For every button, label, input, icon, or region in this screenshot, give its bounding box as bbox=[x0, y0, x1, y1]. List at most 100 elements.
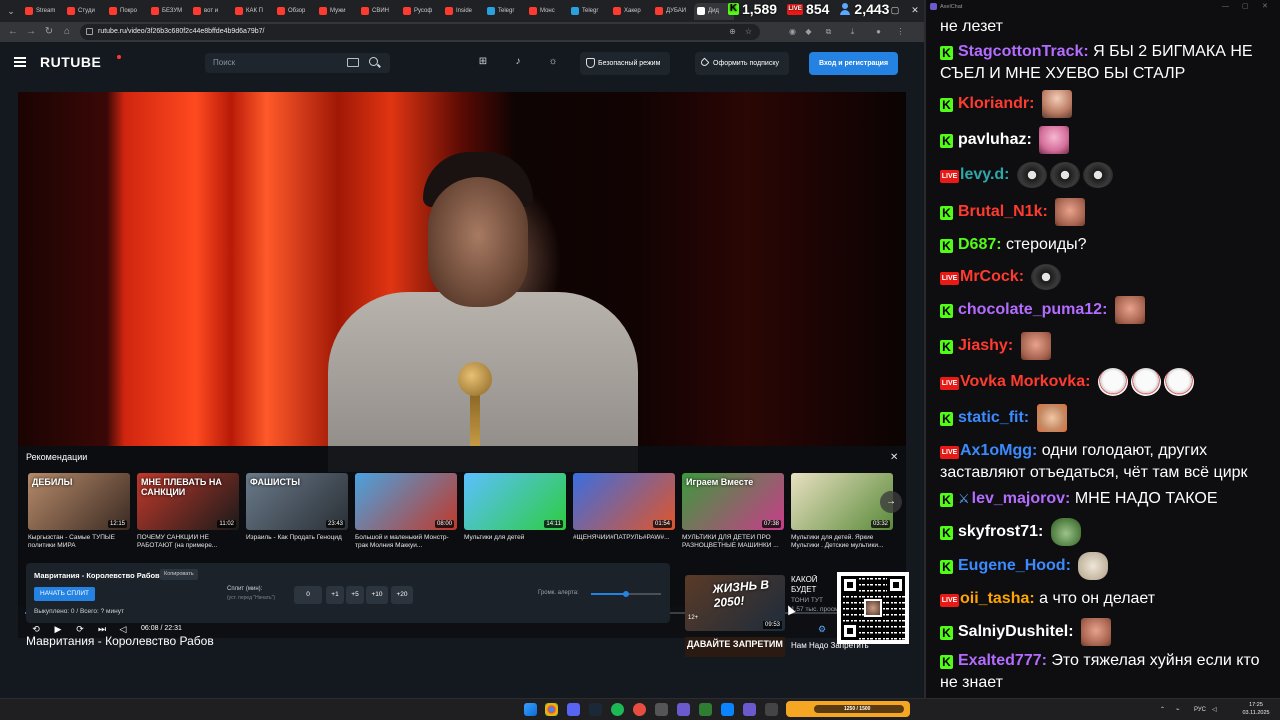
system-clock[interactable]: 17:25 03.11.2025 bbox=[1236, 701, 1276, 717]
recommendation-title[interactable]: Кыргызстан - Самые ТУПЫЕ политики МИРА bbox=[28, 534, 130, 550]
keyboard-icon[interactable] bbox=[347, 58, 359, 67]
chat-username[interactable]: SalniyDushitel bbox=[958, 623, 1068, 640]
maximize-icon[interactable]: ▢ bbox=[888, 3, 902, 17]
split-add-10-button[interactable]: +10 bbox=[366, 586, 388, 604]
related-video-thumbnail-2[interactable]: ДАВАЙТЕ ЗАПРЕТИМ bbox=[685, 637, 785, 657]
alert-volume-slider[interactable] bbox=[591, 591, 661, 597]
app-icon[interactable] bbox=[765, 703, 778, 716]
browser-tab[interactable]: ДУБАИ bbox=[652, 3, 692, 20]
video-frame[interactable] bbox=[18, 92, 906, 472]
chat-username[interactable]: oii_tasha bbox=[960, 590, 1029, 607]
recommendation-thumbnail[interactable]: 03:32 bbox=[791, 473, 893, 530]
chat-username[interactable]: Vovka Morkovka bbox=[960, 373, 1085, 390]
extensions-puzzle-icon[interactable]: ⧉ bbox=[822, 25, 835, 38]
recommendation-title[interactable]: ПОЧЕМУ САНКЦИИ НЕ РАБОТАЮТ (на примере..… bbox=[137, 534, 239, 550]
browser-tab[interactable]: Telegr bbox=[484, 3, 524, 20]
network-icon[interactable]: ⌁ bbox=[1176, 699, 1180, 720]
forward-icon[interactable]: → bbox=[24, 25, 38, 39]
browser-tab[interactable]: Stream bbox=[22, 3, 62, 20]
spotify-icon[interactable] bbox=[611, 703, 624, 716]
axelchat-icon[interactable] bbox=[743, 703, 756, 716]
alert-volume-thumb[interactable] bbox=[623, 591, 629, 597]
chat-username[interactable]: Jiashy bbox=[958, 337, 1008, 354]
menu-dots-icon[interactable]: ⋮ bbox=[894, 25, 907, 38]
search-icon[interactable] bbox=[369, 57, 378, 66]
hamburger-menu-icon[interactable] bbox=[14, 57, 26, 67]
split-add-5-button[interactable]: +5 bbox=[346, 586, 364, 604]
tray-chevron-icon[interactable]: ⌃ bbox=[1160, 699, 1165, 720]
browser-tab[interactable]: КАК П bbox=[232, 3, 272, 20]
related-video-thumbnail[interactable]: ЖИЗНЬ В 2050! 12+ 09:53 bbox=[685, 575, 785, 631]
copy-button[interactable]: Копировать bbox=[160, 569, 198, 580]
recommendation-thumbnail[interactable]: МНЕ ПЛЕВАТЬ НА САНКЦИИ 11:02 bbox=[137, 473, 239, 530]
close-icon[interactable]: ✕ bbox=[908, 3, 922, 17]
windows-start-icon[interactable] bbox=[524, 703, 537, 716]
recommendation-title[interactable]: Мультики для детей bbox=[464, 534, 566, 550]
maximize-icon[interactable]: ▢ bbox=[1242, 0, 1249, 14]
chat-username[interactable]: MrCock bbox=[960, 268, 1019, 285]
browser-tab[interactable]: Мужи bbox=[316, 3, 356, 20]
language-indicator[interactable]: РУС bbox=[1194, 699, 1206, 720]
chat-username[interactable]: StagcottonTrack bbox=[958, 43, 1083, 60]
recommendation-thumbnail[interactable]: Играем Вместе 07:38 bbox=[682, 473, 784, 530]
profile-icon[interactable]: ● bbox=[872, 25, 885, 38]
browser-tab[interactable]: Монс bbox=[526, 3, 566, 20]
browser-tab[interactable]: Покро bbox=[106, 3, 146, 20]
close-icon[interactable]: ✕ bbox=[1262, 0, 1268, 14]
rutube-logo[interactable]: RUTUBE bbox=[40, 54, 101, 70]
recommendation-card[interactable]: 14:11 Мультики для детей bbox=[464, 473, 566, 550]
safe-mode-button[interactable]: Безопасный режим bbox=[580, 52, 671, 75]
chat-username[interactable]: Brutal_N1k bbox=[958, 203, 1042, 220]
bell-icon[interactable]: ♪ bbox=[512, 56, 524, 68]
split-add-20-button[interactable]: +20 bbox=[391, 586, 413, 604]
telegram-icon[interactable] bbox=[721, 703, 734, 716]
speaker-icon[interactable]: ◁ bbox=[1212, 699, 1217, 720]
extension-icon[interactable]: ◆ bbox=[802, 25, 815, 38]
start-split-button[interactable]: НАЧАТЬ СПЛИТ bbox=[34, 587, 95, 601]
recommendation-card[interactable]: ФАШИСТЫ 23:43 Израиль - Как Продать Геноци… bbox=[246, 473, 348, 550]
next-arrow-icon[interactable]: → bbox=[880, 491, 902, 513]
steam-icon[interactable] bbox=[589, 703, 602, 716]
back-icon[interactable]: ← bbox=[6, 25, 20, 39]
app-icon[interactable] bbox=[633, 703, 646, 716]
app-icon[interactable] bbox=[677, 703, 690, 716]
extension-icon[interactable]: ◉ bbox=[786, 25, 799, 38]
recommendation-thumbnail[interactable]: 14:11 bbox=[464, 473, 566, 530]
recommendation-title[interactable]: Большой и маленький Монстр-трак Молния М… bbox=[355, 534, 457, 550]
split-add-1-button[interactable]: +1 bbox=[326, 586, 344, 604]
browser-tab[interactable]: Inside bbox=[442, 3, 482, 20]
recommendation-title[interactable]: Мультики для детей. Яркие Мультики . Дет… bbox=[791, 534, 893, 550]
related-video-title[interactable]: КАКОЙ БУДЕТ ЖИЗНЬ В 2050 bbox=[791, 575, 839, 595]
chat-username[interactable]: Kloriandr bbox=[958, 95, 1029, 112]
subscribe-button[interactable]: Оформить подписку bbox=[695, 52, 789, 75]
minimize-icon[interactable]: — bbox=[1222, 0, 1229, 14]
recommendation-card[interactable]: ДЕБИЛЫ 12:15 Кыргызстан - Самые ТУПЫЕ поли… bbox=[28, 473, 130, 550]
recommendation-card[interactable]: 08:00 Большой и маленький Монстр-трак Мол… bbox=[355, 473, 457, 550]
bookmark-star-icon[interactable]: ☆ bbox=[742, 25, 755, 38]
login-button[interactable]: Вход и регистрация bbox=[809, 52, 899, 75]
chat-username[interactable]: lev_majorov bbox=[972, 490, 1065, 507]
recommendation-card[interactable]: 03:32 Мультики для детей. Яркие Мультики … bbox=[791, 473, 893, 550]
download-icon[interactable]: ⤓ bbox=[846, 25, 859, 38]
recommendation-card[interactable]: Играем Вместе 07:38 МУЛЬТИКИ ДЛЯ ДЕТЕЙ ПРО… bbox=[682, 473, 784, 550]
app-icon[interactable] bbox=[699, 703, 712, 716]
zoom-icon[interactable]: ⊕ bbox=[726, 25, 739, 38]
close-icon[interactable]: ✕ bbox=[890, 452, 898, 463]
recommendation-thumbnail[interactable]: 01:54 bbox=[573, 473, 675, 530]
recommendation-title[interactable]: #ЩЕНЯЧИЙ#ПАТРУЛЬ#PAW#... bbox=[573, 534, 675, 550]
theme-sun-icon[interactable]: ☼ bbox=[547, 56, 559, 68]
chat-username[interactable]: Exalted777 bbox=[958, 652, 1042, 669]
recommendation-title[interactable]: МУЛЬТИКИ ДЛЯ ДЕТЕЙ ПРО РАЗНОЦВЕТНЫЕ МАШИ… bbox=[682, 534, 784, 550]
split-minutes-input[interactable]: 0 bbox=[294, 586, 322, 604]
video-player[interactable]: Рекомендации ✕ ДЕБИЛЫ 12:15 Кыргызстан - С… bbox=[18, 92, 906, 638]
tab-search-icon[interactable]: ⌄ bbox=[4, 4, 18, 18]
browser-tab[interactable]: Telegr bbox=[568, 3, 608, 20]
search-input[interactable]: Поиск bbox=[205, 53, 390, 73]
chat-username[interactable]: skyfrost71 bbox=[958, 523, 1038, 540]
browser-tab[interactable]: Студи bbox=[64, 3, 104, 20]
recommendation-thumbnail[interactable]: ДЕБИЛЫ 12:15 bbox=[28, 473, 130, 530]
browser-tab[interactable]: Обзор bbox=[274, 3, 314, 20]
chat-username[interactable]: Ax1oMgg bbox=[960, 442, 1032, 459]
reload-icon[interactable]: ↻ bbox=[42, 25, 56, 39]
chat-username[interactable]: Eugene_Hood bbox=[958, 557, 1066, 574]
